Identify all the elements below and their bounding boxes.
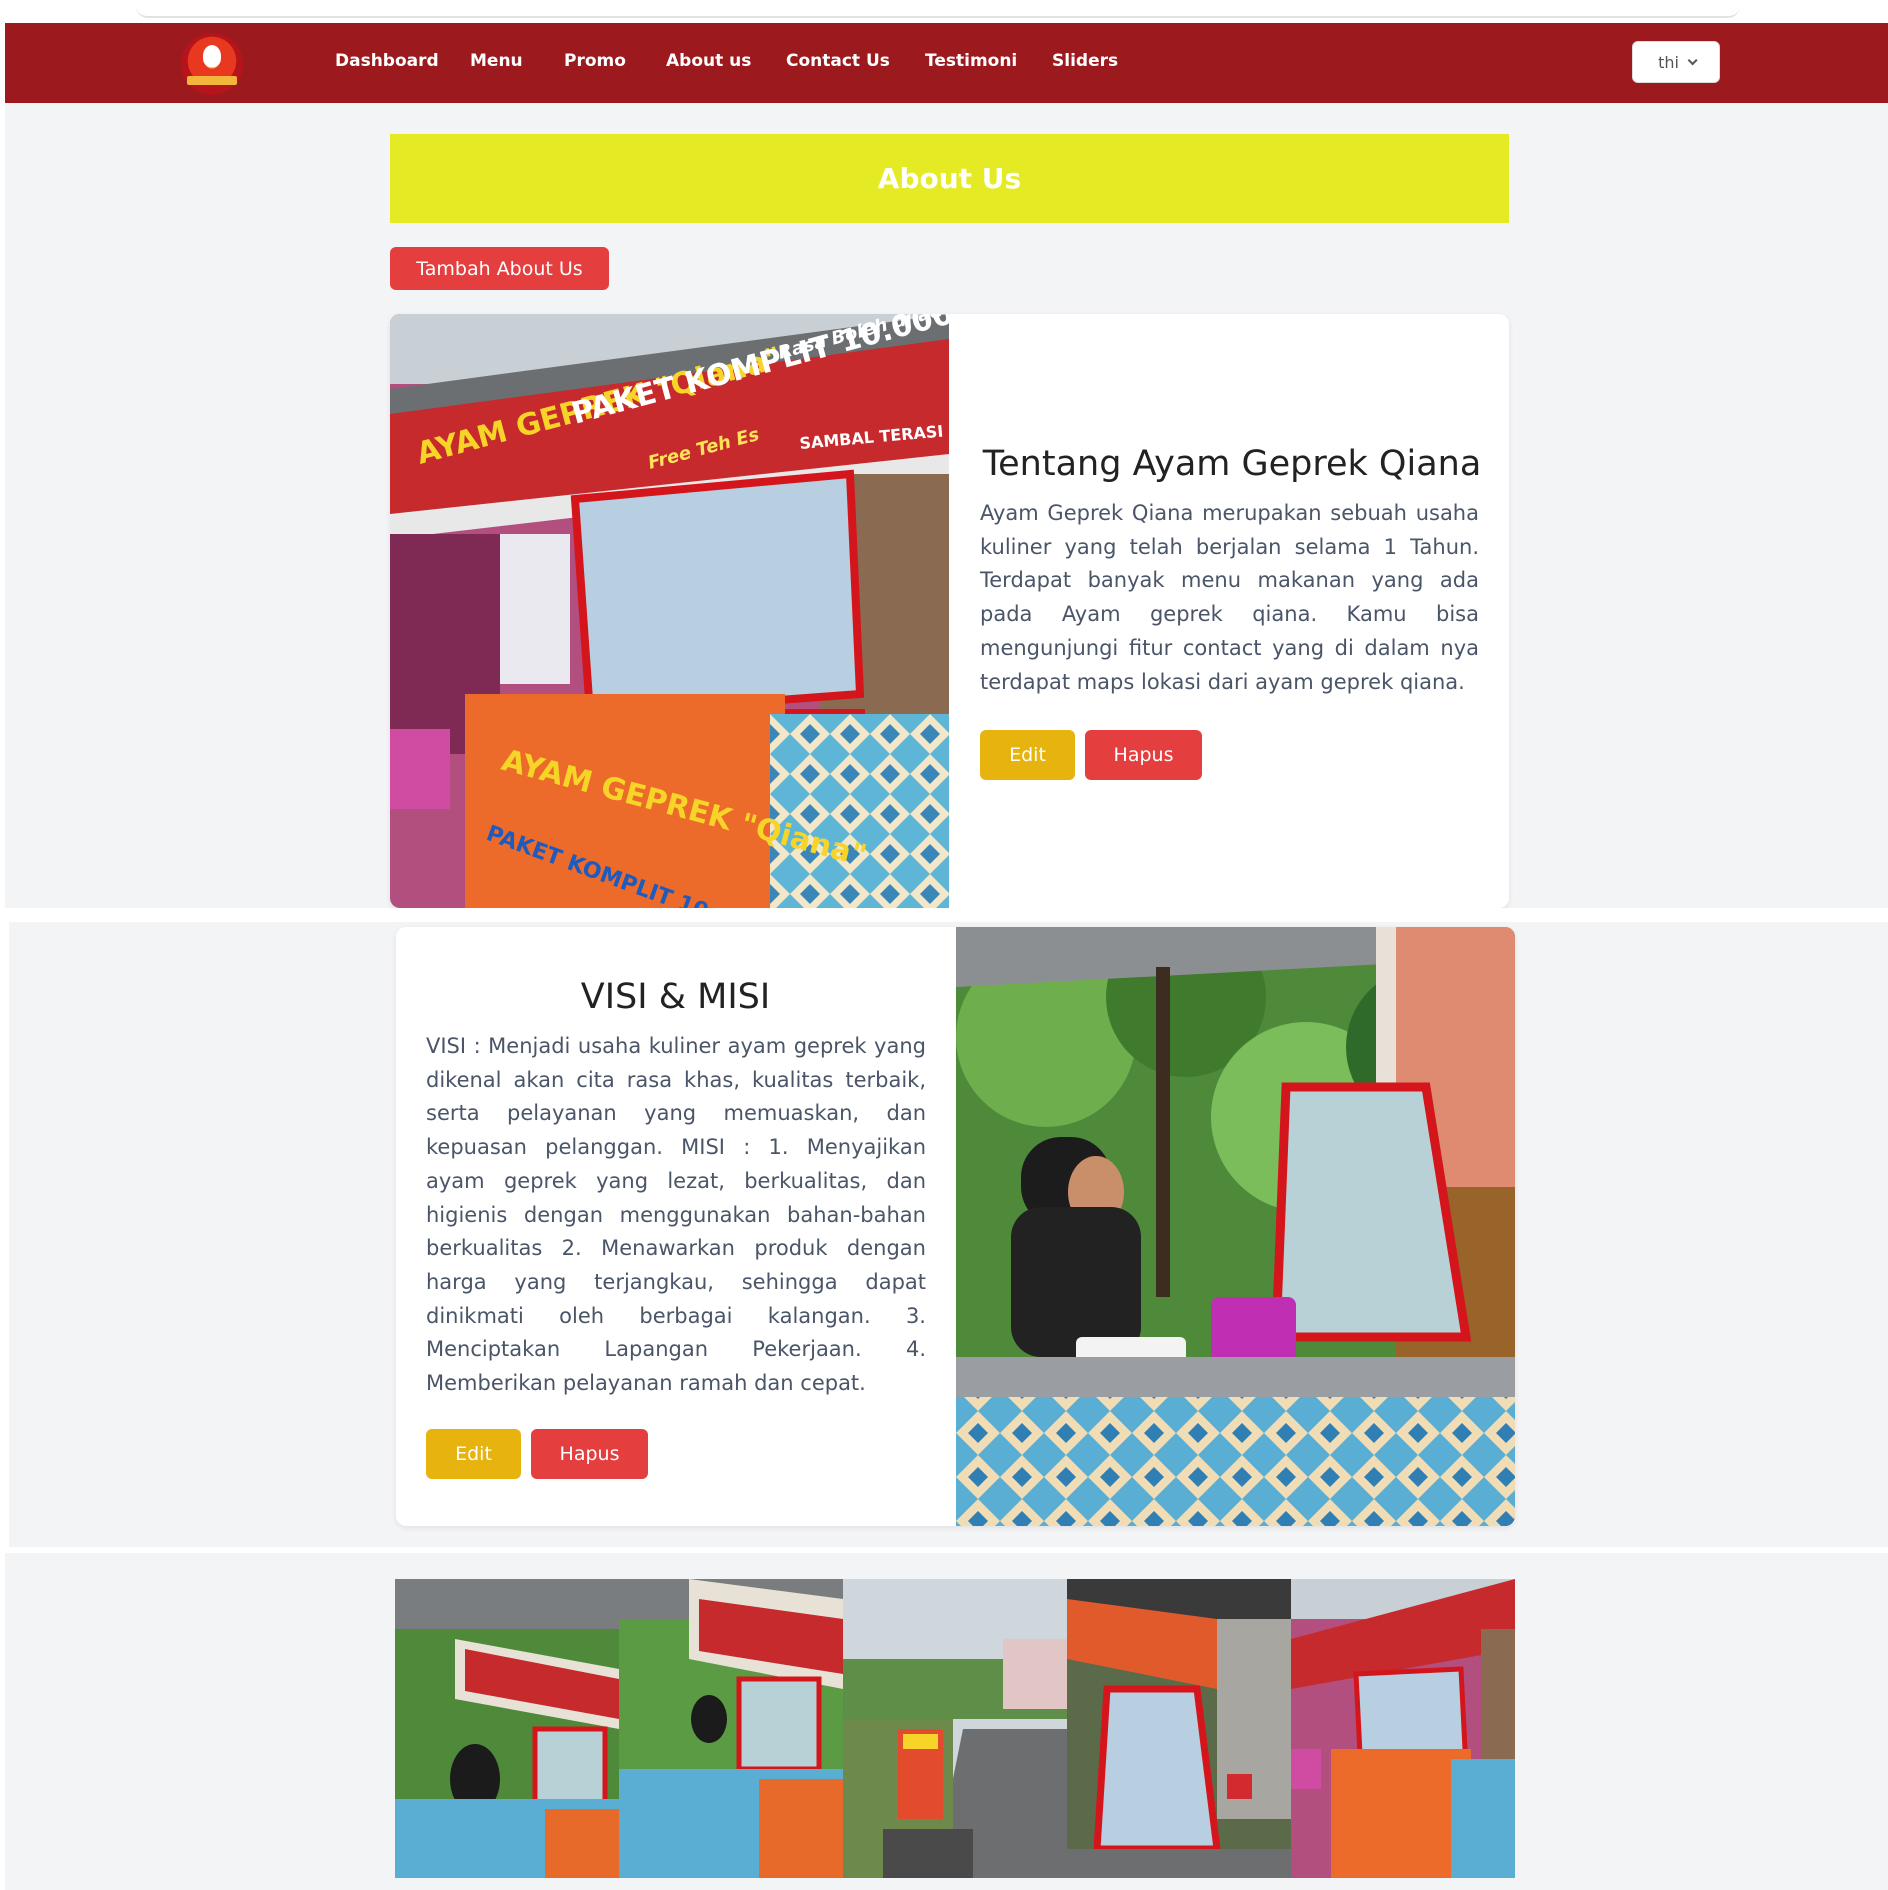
card-description: Ayam Geprek Qiana merupakan sebuah usaha… bbox=[980, 501, 1479, 694]
card-title: VISI & MISI bbox=[580, 977, 771, 1017]
gallery-photo-5 bbox=[1291, 1579, 1515, 1878]
section-divider bbox=[0, 908, 1888, 922]
language-value: thi bbox=[1658, 52, 1679, 72]
nav-testimoni[interactable]: Testimoni bbox=[925, 51, 1017, 71]
card-title: Tentang Ayam Geprek Qiana bbox=[982, 444, 1482, 484]
nav-about-us[interactable]: About us bbox=[666, 51, 751, 71]
nav-sliders[interactable]: Sliders bbox=[1052, 51, 1118, 71]
language-dropdown[interactable]: thi bbox=[1632, 41, 1720, 83]
chevron-down-icon bbox=[1687, 54, 1698, 65]
nav-promo[interactable]: Promo bbox=[564, 51, 626, 71]
gallery-photo-3 bbox=[843, 1579, 1067, 1878]
gallery-photo-2 bbox=[619, 1579, 843, 1878]
delete-button[interactable]: Hapus bbox=[531, 1429, 648, 1479]
nav-contact-us[interactable]: Contact Us bbox=[786, 51, 890, 71]
gallery-photo-1 bbox=[395, 1579, 619, 1878]
about-card-1: AYAM GEPREK "Qiana" PAKET KOMPLIT 10.000… bbox=[390, 314, 1509, 908]
brand-logo[interactable] bbox=[181, 33, 243, 95]
nav-menu[interactable]: Menu bbox=[470, 51, 523, 71]
about-card-2: VISI & MISI VISI : Menjadi usaha kuliner… bbox=[396, 927, 1515, 1526]
page-title-banner: About Us bbox=[390, 134, 1509, 223]
gallery-photo-4 bbox=[1067, 1579, 1291, 1878]
stall-photo: AYAM GEPREK "Qiana" PAKET KOMPLIT 10.000… bbox=[390, 314, 949, 908]
card-description: VISI : Menjadi usaha kuliner ayam geprek… bbox=[426, 1034, 926, 1396]
top-navbar: Dashboard Menu Promo About us Contact Us… bbox=[5, 23, 1888, 103]
browser-top-edge bbox=[136, 0, 1740, 18]
vendor-photo bbox=[956, 927, 1515, 1526]
delete-button[interactable]: Hapus bbox=[1085, 730, 1202, 780]
add-about-us-button[interactable]: Tambah About Us bbox=[390, 247, 609, 290]
page-title: About Us bbox=[877, 162, 1022, 195]
edit-button[interactable]: Edit bbox=[426, 1429, 521, 1479]
chicken-icon bbox=[203, 45, 221, 67]
nav-dashboard[interactable]: Dashboard bbox=[335, 51, 439, 71]
edit-button[interactable]: Edit bbox=[980, 730, 1075, 780]
